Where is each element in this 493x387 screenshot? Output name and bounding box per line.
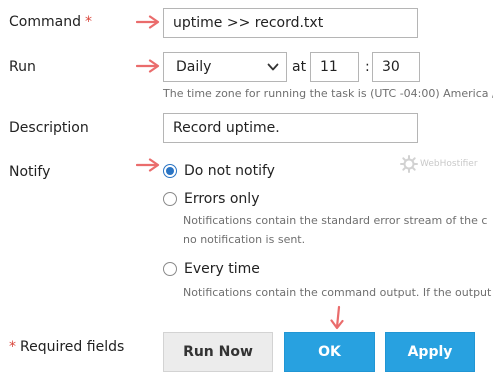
- run-frequency-value: Daily: [176, 59, 212, 75]
- run-minute-input[interactable]: [372, 52, 420, 82]
- errors-only-hint-line2: no notification is sent.: [183, 233, 306, 246]
- notify-option-label: Do not notify: [184, 163, 275, 179]
- chevron-down-icon: [267, 63, 279, 71]
- annotation-arrow-icon: [330, 305, 344, 330]
- annotation-arrow-icon: [136, 59, 160, 73]
- time-separator: :: [365, 59, 370, 75]
- radio-unchecked-icon[interactable]: [163, 192, 177, 206]
- notify-option-errors-only[interactable]: Errors only: [163, 191, 259, 207]
- command-input[interactable]: [163, 8, 418, 38]
- command-label-text: Command: [9, 14, 81, 30]
- notify-label: Notify: [9, 164, 51, 180]
- description-label: Description: [9, 120, 89, 136]
- run-hour-input[interactable]: [310, 52, 359, 82]
- notify-option-every-time[interactable]: Every time: [163, 261, 260, 277]
- run-label: Run: [9, 59, 36, 75]
- watermark-text: WebHostifier: [420, 159, 478, 169]
- watermark: WebHostifier: [400, 155, 478, 173]
- watermark-gear-icon: [400, 155, 418, 173]
- required-star: *: [84, 14, 92, 30]
- timezone-hint: The time zone for running the task is (U…: [163, 87, 493, 100]
- notify-option-label: Errors only: [184, 191, 260, 207]
- radio-checked-icon[interactable]: [163, 164, 177, 178]
- notify-option-do-not-notify[interactable]: Do not notify: [163, 163, 275, 179]
- errors-only-hint-line1: Notifications contain the standard error…: [183, 214, 488, 227]
- required-fields-note: * Required fields: [9, 339, 124, 355]
- cron-task-form: Command* Run Daily at : The time zone fo…: [0, 0, 493, 387]
- required-star: *: [9, 339, 16, 355]
- command-label: Command *: [9, 14, 92, 30]
- ok-button[interactable]: OK: [284, 332, 375, 372]
- required-fields-text: Required fields: [20, 339, 125, 355]
- run-frequency-select[interactable]: Daily: [163, 52, 287, 82]
- run-now-button[interactable]: Run Now: [163, 332, 273, 372]
- radio-unchecked-icon[interactable]: [163, 262, 177, 276]
- run-at-label: at: [292, 59, 307, 75]
- description-input[interactable]: [163, 113, 418, 143]
- notify-option-label: Every time: [184, 261, 260, 277]
- every-time-hint-line1: Notifications contain the command output…: [183, 286, 492, 299]
- apply-button[interactable]: Apply: [385, 332, 475, 372]
- annotation-arrow-icon: [136, 158, 160, 172]
- annotation-arrow-icon: [136, 15, 160, 29]
